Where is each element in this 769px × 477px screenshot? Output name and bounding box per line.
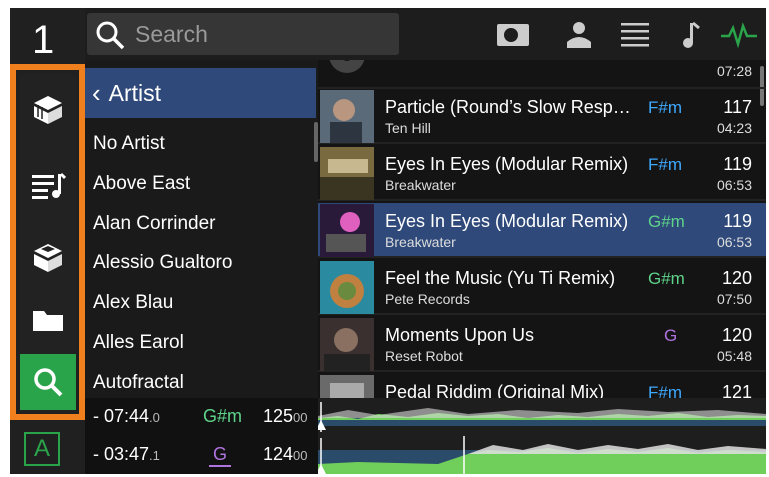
deck-bpm: 12400 — [263, 444, 308, 464]
artist-list: No Artist Above East Alan Corrinder Ales… — [85, 124, 316, 403]
table-row[interactable]: Feel the Music (Yu Ti Remix) Pete Record… — [318, 260, 766, 315]
table-row[interactable]: Eyes In Eyes (Modular Remix) Breakwater … — [318, 146, 766, 201]
table-row[interactable]: 07:28 — [318, 60, 766, 89]
track-artist: Pete Records — [385, 291, 470, 307]
artist-browser: ‹ Artist No Artist Above East Alan Corri… — [85, 60, 318, 398]
track-title: Eyes In Eyes (Modular Remix) — [385, 211, 629, 231]
deck-number: 1 — [32, 18, 55, 62]
track-bpm: 120 — [721, 325, 752, 345]
track-key: F#m — [648, 98, 682, 117]
album-art — [320, 318, 374, 371]
collection-icon[interactable] — [20, 230, 76, 286]
playlist-icon[interactable] — [20, 158, 76, 214]
track-bpm: 120 — [721, 268, 752, 288]
track-key: F#m — [648, 155, 682, 174]
deck-key: G — [209, 444, 232, 467]
artist-header[interactable]: ‹ Artist — [85, 68, 316, 118]
music-note-icon[interactable] — [671, 16, 711, 54]
list-item[interactable]: Above East — [85, 164, 316, 204]
search-field-icon — [96, 21, 125, 50]
device-frame: 1 A Search ‹ Artist No Artist Above East… — [0, 0, 769, 477]
track-title: Pedal Riddim (Original Mix) — [385, 382, 605, 398]
engine-crate-icon[interactable] — [20, 82, 76, 138]
deck-info-2: - 03:47.1 G 12400 — [85, 436, 318, 474]
track-artist: Ten Hill — [385, 120, 431, 136]
overview-waveform-1[interactable] — [316, 398, 766, 436]
list-icon[interactable] — [615, 16, 655, 54]
track-title: Feel the Music (Yu Ti Remix) — [385, 268, 616, 288]
table-row[interactable]: Moments Upon Us Reset Robot G 120 05:48 — [318, 317, 766, 372]
album-art — [320, 375, 374, 398]
user-icon[interactable] — [559, 16, 599, 54]
track-duration: 06:53 — [716, 177, 752, 193]
track-key: G#m — [648, 212, 685, 231]
album-art — [320, 90, 374, 143]
table-row[interactable]: Particle (Round’s Slow Resp… Ten Hill F#… — [318, 89, 766, 144]
track-bpm: 119 — [723, 154, 752, 174]
folder-icon[interactable] — [20, 292, 76, 348]
list-item[interactable]: Alles Earol — [85, 323, 316, 363]
table-row[interactable]: Pedal Riddim (Original Mix) F#m 121 — [318, 374, 766, 398]
track-artist: Breakwater — [385, 177, 456, 193]
overview-waveform-2[interactable] — [316, 436, 766, 474]
album-art — [320, 147, 374, 200]
album-art — [320, 204, 374, 257]
table-row-selected[interactable]: Eyes In Eyes (Modular Remix) Breakwater … — [318, 203, 766, 258]
track-artist: Reset Robot — [385, 348, 463, 364]
track-bpm: 121 — [721, 382, 752, 398]
search-icon[interactable] — [20, 354, 76, 410]
deck-key: G#m — [203, 406, 243, 426]
list-item[interactable]: Alan Corrinder — [85, 204, 316, 244]
deck-bpm: 12500 — [263, 406, 308, 426]
track-title: Eyes In Eyes (Modular Remix) — [385, 154, 629, 174]
track-duration: 05:48 — [716, 348, 752, 364]
mode-a-button[interactable]: A — [24, 432, 60, 466]
search-input[interactable]: Search — [87, 13, 399, 55]
list-item[interactable]: Autofractal — [85, 363, 316, 403]
track-duration: 07:50 — [716, 291, 752, 307]
track-key: G#m — [648, 269, 685, 288]
waveform-icon[interactable] — [719, 16, 759, 54]
album-art — [320, 261, 374, 314]
track-key: G — [664, 326, 678, 345]
track-duration: 06:53 — [716, 234, 752, 250]
deck-info-1: - 07:44.0 G#m 12500 — [85, 398, 318, 436]
track-key: F#m — [648, 383, 682, 398]
track-title: Moments Upon Us — [385, 325, 535, 345]
artist-header-label: Artist — [108, 79, 162, 106]
left-rail: 1 A — [10, 8, 85, 474]
rail-icon-group — [20, 74, 76, 412]
search-placeholder: Search — [135, 20, 208, 47]
album-art — [329, 60, 365, 73]
screen: 1 A Search ‹ Artist No Artist Above East… — [10, 8, 766, 474]
deck-time: - 03:47.1 — [93, 444, 160, 464]
chevron-left-icon[interactable]: ‹ — [92, 78, 101, 109]
track-bpm: 117 — [723, 97, 752, 117]
track-bpm: 119 — [723, 211, 752, 231]
deck-time: - 07:44.0 — [93, 406, 160, 426]
track-list: 07:28 Particle (Round’s Slow Resp… Ten H… — [318, 60, 766, 398]
prep-icon[interactable] — [493, 16, 533, 54]
track-artist: Breakwater — [385, 234, 456, 250]
top-bar: Search — [85, 8, 766, 60]
list-item[interactable]: Alessio Gualtoro — [85, 243, 316, 283]
track-duration: 04:23 — [716, 120, 752, 136]
list-item[interactable]: No Artist — [85, 124, 316, 164]
track-duration: 07:28 — [716, 63, 752, 79]
track-title: Particle (Round’s Slow Resp… — [385, 97, 631, 117]
list-item[interactable]: Alex Blau — [85, 283, 316, 323]
